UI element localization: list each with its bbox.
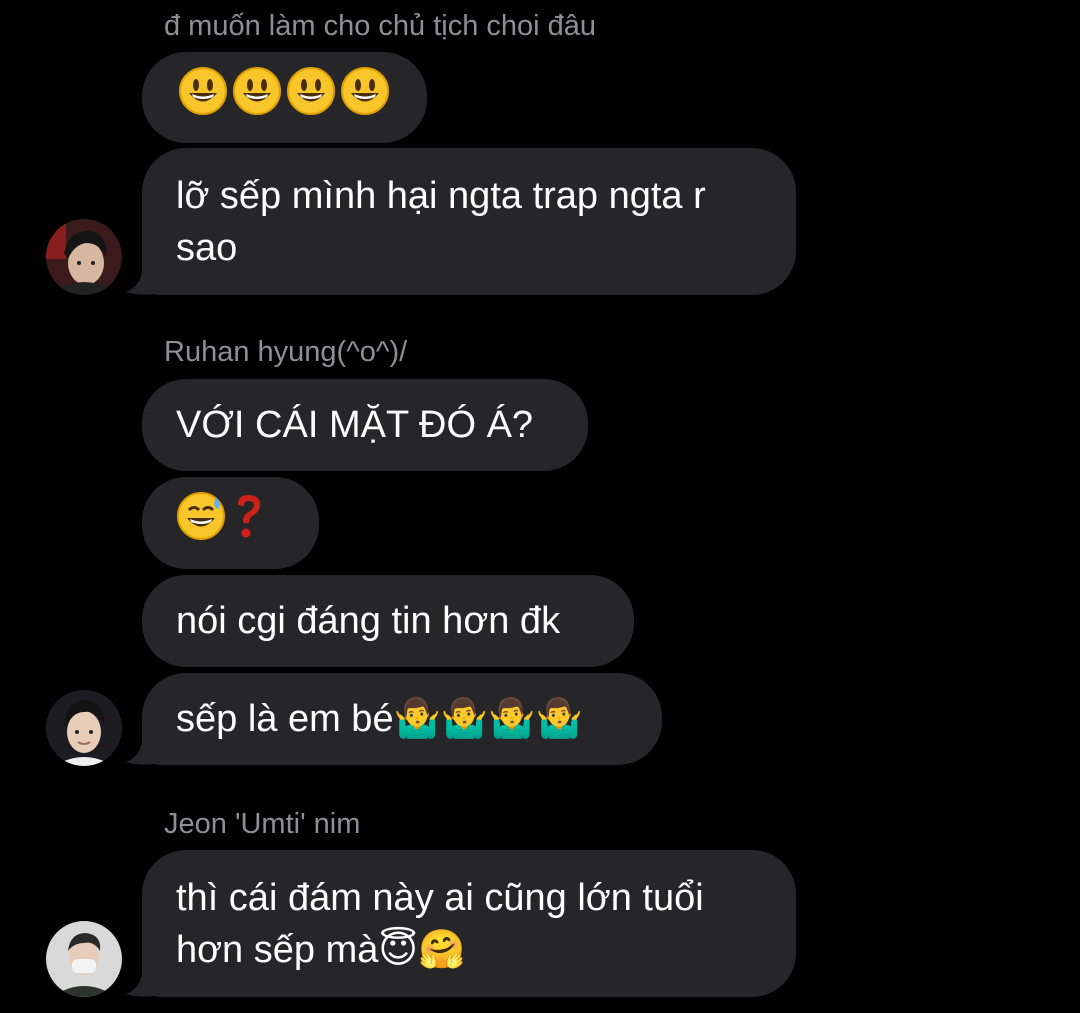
chat-thread: đ muốn làm cho chủ tịch choi đâu lỡ sếp … (0, 0, 1080, 1013)
message-bubble-emoji[interactable] (142, 52, 427, 143)
message-bubble-emoji[interactable] (142, 477, 319, 569)
sender-name: Jeon 'Umti' nim (164, 808, 361, 840)
avatar[interactable] (46, 690, 122, 766)
avatar-photo (46, 690, 122, 766)
avatar[interactable] (46, 921, 122, 997)
message-text: nói cgi đáng tin hơn đk (176, 600, 561, 642)
message-bubble[interactable]: thì cái đám này ai cũng lớn tuổi hơn sếp… (142, 850, 796, 997)
avatar-photo (46, 921, 122, 997)
grinning-face-icon (178, 66, 228, 130)
avatar[interactable] (46, 219, 122, 295)
bubble-tail (126, 742, 154, 765)
red-question-mark-icon (230, 491, 266, 555)
message-bubble[interactable]: lỡ sếp mình hại ngta trap ngta r sao (142, 148, 796, 295)
message-text: lỡ sếp mình hại ngta trap ngta r sao (176, 174, 706, 269)
grinning-face-icon (340, 66, 390, 130)
emoji-row (178, 66, 390, 130)
avatar-photo (46, 219, 122, 295)
bubble-tail (126, 974, 154, 997)
message-text: sếp là em bé🤷‍♂️🤷‍♂️🤷‍♂️🤷‍♂️ (176, 698, 583, 740)
grinning-face-icon (286, 66, 336, 130)
message-bubble[interactable]: VỚI CÁI MẶT ĐÓ Á? (142, 379, 588, 471)
message-bubble[interactable]: sếp là em bé🤷‍♂️🤷‍♂️🤷‍♂️🤷‍♂️ (142, 673, 662, 765)
sender-name: đ muốn làm cho chủ tịch choi đâu (164, 10, 597, 42)
emoji-row (176, 491, 266, 555)
message-text: VỚI CÁI MẶT ĐÓ Á? (176, 404, 534, 446)
grinning-face-icon (232, 66, 282, 130)
message-text: thì cái đám này ai cũng lớn tuổi hơn sếp… (176, 876, 704, 971)
message-bubble[interactable]: nói cgi đáng tin hơn đk (142, 575, 634, 667)
bubble-tail (126, 272, 154, 295)
sender-name: Ruhan hyung(^o^)/ (164, 336, 408, 368)
grinning-face-with-sweat-icon (176, 491, 226, 555)
